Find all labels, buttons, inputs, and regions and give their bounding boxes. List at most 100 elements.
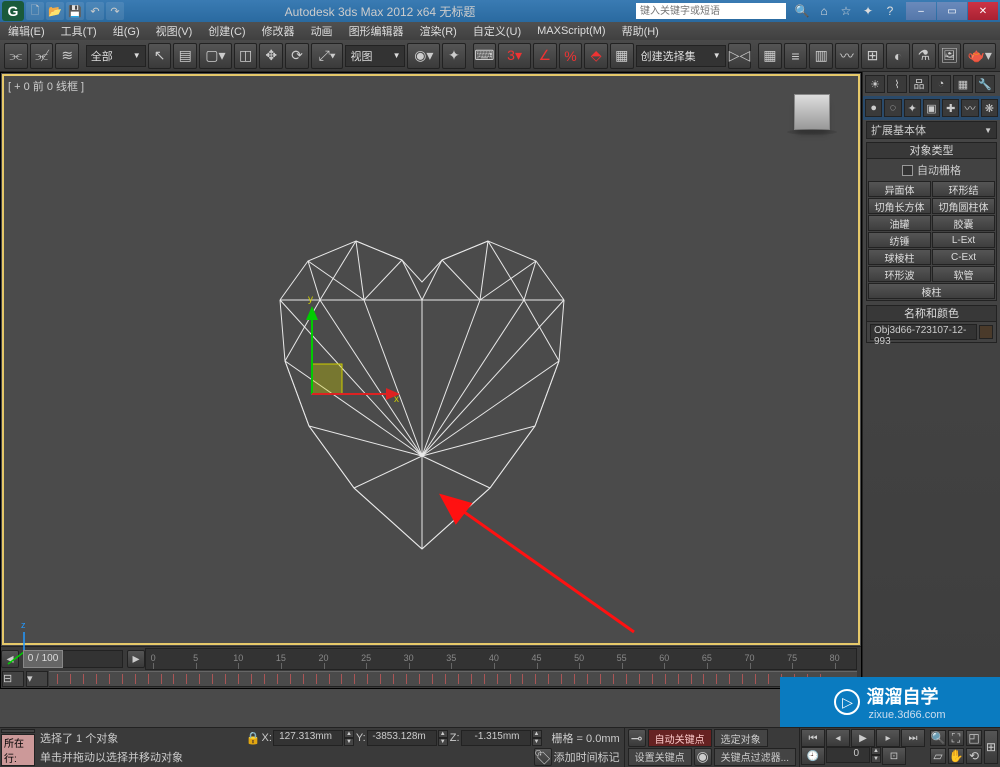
coord-x-input[interactable]: 127.313mm <box>273 730 343 746</box>
prev-frame-icon[interactable]: ◂ <box>826 729 850 747</box>
create-hose-button[interactable]: 软管 <box>932 266 995 282</box>
cp-hierarchy-icon[interactable]: 品 <box>909 75 929 93</box>
render-setup-icon[interactable]: ⚗ <box>912 43 936 69</box>
create-gengon-button[interactable]: 球棱柱 <box>868 249 931 265</box>
timeline-next-icon[interactable]: ▸ <box>127 650 145 668</box>
subscription-icon[interactable]: ⌂ <box>816 3 832 19</box>
timeline-prev-icon[interactable]: ◂ <box>1 650 19 668</box>
timetag-icon[interactable]: 🏷 <box>534 748 552 766</box>
time-ruler[interactable]: 05101520253035404550556065707580 <box>145 648 857 670</box>
material-editor-icon[interactable]: ◐ <box>886 43 910 69</box>
cp-shapes-icon[interactable]: ◌ <box>884 99 901 117</box>
trackbar[interactable] <box>49 671 857 687</box>
trackbar-toggle-icon[interactable]: ⊟ <box>2 671 24 687</box>
graphite-ribbon-icon[interactable]: ▥ <box>809 43 833 69</box>
isolate-icon[interactable]: ⊡ <box>882 747 906 765</box>
maximize-button[interactable]: ▭ <box>937 2 967 20</box>
schematic-view-icon[interactable]: ⊞ <box>861 43 885 69</box>
menu-view[interactable]: 视图(V) <box>148 23 201 39</box>
cp-cameras-icon[interactable]: ▣ <box>923 99 940 117</box>
timeconfig-icon[interactable]: 🕘 <box>801 747 825 765</box>
zoom-extents-icon[interactable]: ◰ <box>966 730 982 746</box>
prompt-current-line[interactable]: 所在行: <box>1 734 35 766</box>
time-slider[interactable]: 0 / 100 <box>23 650 123 668</box>
bind-spacewarp-icon[interactable]: ≋ <box>55 43 79 69</box>
keyfilters-button[interactable]: 关键点过滤器... <box>714 748 796 766</box>
named-selset-combo[interactable]: 创建选择集▼ <box>636 45 726 67</box>
manipulate-icon[interactable]: ✦ <box>442 43 466 69</box>
edit-selection-set-icon[interactable]: ▦ <box>610 43 634 69</box>
communication-icon[interactable]: ☆ <box>838 3 854 19</box>
minimize-button[interactable]: – <box>906 2 936 20</box>
create-chamferbox-button[interactable]: 切角长方体 <box>868 198 931 214</box>
autogrid-checkbox[interactable] <box>902 165 913 176</box>
next-frame-icon[interactable]: ▸ <box>876 729 900 747</box>
object-name-input[interactable]: Obj3d66-723107-12-993 <box>870 324 977 340</box>
select-object-icon[interactable]: ↖ <box>148 43 172 69</box>
fov-icon[interactable]: ▱ <box>930 748 946 764</box>
qat-undo-icon[interactable]: ↶ <box>86 2 104 20</box>
snap-toggle-icon[interactable]: 3▾ <box>498 43 531 69</box>
create-prism-button[interactable]: 棱柱 <box>868 283 995 299</box>
menu-rendering[interactable]: 渲染(R) <box>412 23 465 39</box>
menu-grapheditors[interactable]: 图形编辑器 <box>341 23 412 39</box>
trackbar-filter-icon[interactable]: ▾ <box>26 671 48 687</box>
qat-new-icon[interactable]: 🗋 <box>26 2 44 20</box>
coord-y-input[interactable]: -3853.128m <box>367 730 437 746</box>
goto-start-icon[interactable]: ⏮ <box>801 729 825 747</box>
cp-motion-icon[interactable]: ◔ <box>931 75 951 93</box>
menu-tools[interactable]: 工具(T) <box>53 23 105 39</box>
play-icon[interactable]: ▶ <box>851 729 875 747</box>
align-icon[interactable]: ▦ <box>758 43 782 69</box>
infocenter-search-icon[interactable]: 🔍 <box>794 3 810 19</box>
zoom-icon[interactable]: 🔍 <box>930 730 946 746</box>
keyboard-shortcut-icon[interactable]: ⌨ <box>473 43 497 69</box>
qat-redo-icon[interactable]: ↷ <box>106 2 124 20</box>
menu-maxscript[interactable]: MAXScript(M) <box>529 25 613 37</box>
layers-icon[interactable]: ≡ <box>784 43 808 69</box>
help-icon[interactable]: ? <box>882 3 898 19</box>
rollout-header[interactable]: 对象类型 <box>867 143 996 159</box>
create-capsule-button[interactable]: 胶囊 <box>932 215 995 231</box>
select-rotate-icon[interactable]: ⟳ <box>285 43 309 69</box>
rollout-header[interactable]: 名称和颜色 <box>867 306 996 322</box>
qat-save-icon[interactable]: 💾 <box>66 2 84 20</box>
create-chamfercyl-button[interactable]: 切角圆柱体 <box>932 198 995 214</box>
select-by-name-icon[interactable]: ▤ <box>173 43 197 69</box>
create-oiltank-button[interactable]: 油罐 <box>868 215 931 231</box>
maximize-viewport-icon[interactable]: ⊞ <box>984 730 998 764</box>
orbit-icon[interactable]: ⟲ <box>966 748 982 764</box>
selection-filter-combo[interactable]: 全部▼ <box>86 45 146 67</box>
menu-modifiers[interactable]: 修改器 <box>254 23 303 39</box>
angle-snap-icon[interactable]: ∠ <box>533 43 557 69</box>
qat-open-icon[interactable]: 📂 <box>46 2 64 20</box>
create-spindle-button[interactable]: 纺锤 <box>868 232 931 248</box>
menu-edit[interactable]: 编辑(E) <box>0 23 53 39</box>
link-icon[interactable]: ⫘ <box>4 43 28 69</box>
cp-helpers-icon[interactable]: ✚ <box>942 99 959 117</box>
mirror-icon[interactable]: ▷◁ <box>728 43 752 69</box>
menu-help[interactable]: 帮助(H) <box>614 23 667 39</box>
object-color-swatch[interactable] <box>979 325 993 339</box>
key-mode-icon[interactable]: ⊸ <box>628 729 646 747</box>
create-torusknot-button[interactable]: 环形结 <box>932 181 995 197</box>
unlink-icon[interactable]: ⫘̸ <box>30 43 54 69</box>
rendered-frame-icon[interactable]: 🖼 <box>938 43 962 69</box>
cp-geometry-icon[interactable]: ● <box>865 99 882 117</box>
close-button[interactable]: ✕ <box>968 2 998 20</box>
coord-z-spinner[interactable]: ▲▼ <box>532 730 542 746</box>
goto-end-icon[interactable]: ⏭ <box>901 729 925 747</box>
ref-coord-combo[interactable]: 视图▼ <box>345 45 405 67</box>
script-mini-listener[interactable] <box>1 729 35 733</box>
menu-customize[interactable]: 自定义(U) <box>465 23 529 39</box>
menu-animation[interactable]: 动画 <box>303 23 341 39</box>
menu-create[interactable]: 创建(C) <box>200 23 253 39</box>
pan-icon[interactable]: ✋ <box>948 748 964 764</box>
pivot-center-icon[interactable]: ◉▾ <box>407 43 440 69</box>
cp-lights-icon[interactable]: ✦ <box>904 99 921 117</box>
favorites-icon[interactable]: ✦ <box>860 3 876 19</box>
cp-display-icon[interactable]: ▦ <box>953 75 973 93</box>
current-frame-spinner[interactable]: ▲▼ <box>871 747 881 763</box>
select-region-icon[interactable]: ▢▾ <box>199 43 232 69</box>
spinner-snap-icon[interactable]: ⬘ <box>584 43 608 69</box>
